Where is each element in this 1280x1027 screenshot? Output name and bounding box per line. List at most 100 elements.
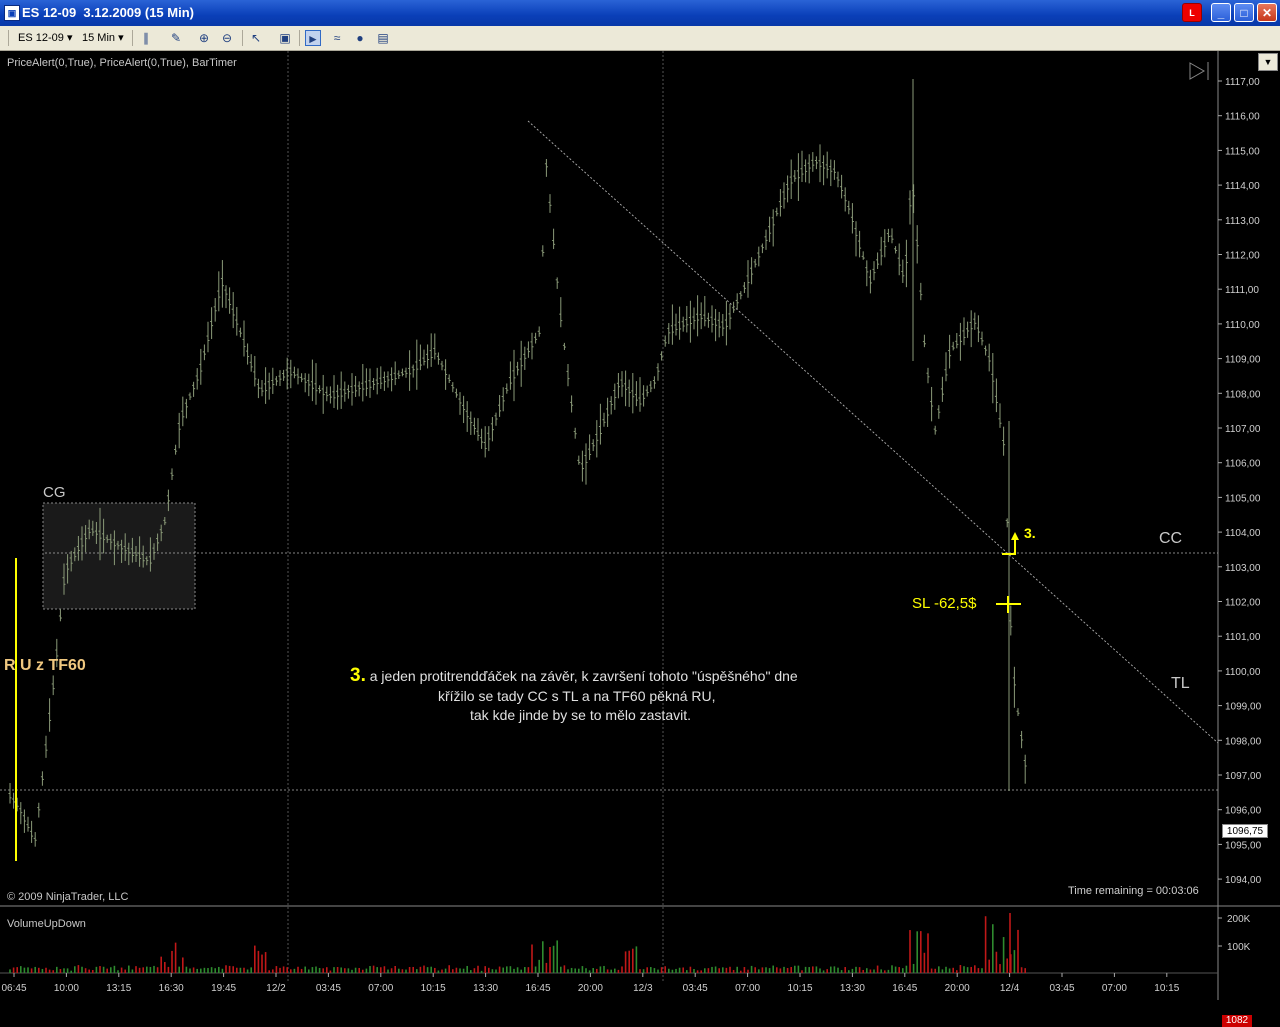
tl-label: TL xyxy=(1171,675,1190,692)
indicators-label: PriceAlert(0,True), PriceAlert(0,True), … xyxy=(7,57,237,69)
price-chart-svg[interactable]: 1117,00 1116,00 1115,00 1114,00 1113,00 1112,… xyxy=(0,51,1280,1000)
time-tick-label: 07:00 xyxy=(368,983,393,994)
chart-toolbar: ES 12-09 ▾ 15 Min ▾ ∥ ✎ ⊕ ⊖ ↖ ▣ ► ≈ ● ▤ xyxy=(0,26,1280,51)
zoom-in-icon[interactable]: ⊕ xyxy=(196,30,212,46)
ru-label: R U z TF60 xyxy=(4,657,86,674)
price-tick-label: 1104,00 xyxy=(1225,528,1261,539)
maximize-button[interactable]: □ xyxy=(1234,3,1254,22)
chevron-down-icon: ▾ xyxy=(118,32,124,44)
scroll-end-icon xyxy=(1189,62,1206,80)
note-number: 3. xyxy=(350,665,366,686)
stop-loss-label: SL -62,5$ xyxy=(912,595,977,612)
time-tick-label: 03:45 xyxy=(1049,983,1074,994)
price-tick-label: 1096,00 xyxy=(1225,806,1262,817)
price-tick-label: 1099,00 xyxy=(1225,702,1262,713)
price-tick-label: 1111,00 xyxy=(1225,285,1259,296)
price-tick-label: 1101,00 xyxy=(1225,632,1261,643)
disabled-icon[interactable]: ● xyxy=(352,30,368,46)
indicator-icon[interactable]: ≈ xyxy=(329,30,345,46)
time-remaining-label: Time remaining = 00:03:06 xyxy=(1068,885,1199,897)
time-tick-label: 16:30 xyxy=(159,983,184,994)
trade-marker-label: 3. xyxy=(1024,525,1036,541)
price-tick-label: 1103,00 xyxy=(1225,563,1261,574)
price-tick-label: 1110,00 xyxy=(1225,320,1260,331)
time-tick-label: 10:15 xyxy=(787,983,812,994)
note-line-3: tak kde jinde by se to mělo zastavit. xyxy=(470,707,691,723)
price-tick-label: 1106,00 xyxy=(1225,459,1261,470)
time-tick-label: 13:15 xyxy=(106,983,131,994)
alert-icon[interactable]: L xyxy=(1182,3,1202,22)
price-tick-label: 1100,00 xyxy=(1225,667,1261,678)
price-tick-label: 1113,00 xyxy=(1225,216,1260,227)
bar-type-icon[interactable]: ∥ xyxy=(138,30,154,46)
time-tick-label: 20:00 xyxy=(945,983,970,994)
volume-tick-label: 200K xyxy=(1227,914,1251,925)
data-box-icon[interactable]: ▤ xyxy=(375,30,391,46)
toolbar-separator xyxy=(299,30,300,46)
toolbar-separator xyxy=(242,30,243,46)
price-tick-label: 1102,00 xyxy=(1225,598,1261,609)
toolbar-separator xyxy=(132,30,133,46)
time-tick-label: 06:45 xyxy=(1,983,26,994)
volume-panel-label: VolumeUpDown xyxy=(7,918,86,930)
toolbar-grip xyxy=(8,30,9,46)
time-tick-label: 16:45 xyxy=(892,983,917,994)
time-tick-label: 12/2 xyxy=(266,983,286,994)
window-title: ES 12-09 3.12.2009 (15 Min) xyxy=(22,5,194,20)
instrument-dropdown[interactable]: ES 12-09 ▾ xyxy=(18,30,72,46)
panel-menu-button[interactable]: ▼ xyxy=(1258,53,1278,71)
price-tick-label: 1112,00 xyxy=(1225,251,1260,262)
app-icon: ▣ xyxy=(4,5,20,21)
price-tick-label: 1116,00 xyxy=(1225,112,1260,123)
strategy-icon[interactable]: ► xyxy=(305,30,321,46)
interval-label: 15 Min xyxy=(82,32,116,44)
title-bar: ▣ ES 12-09 3.12.2009 (15 Min) L _ □ ✕ xyxy=(0,0,1280,26)
volume-tick-label: 100K xyxy=(1227,942,1251,953)
trend-line xyxy=(527,120,1219,744)
cc-label: CC xyxy=(1159,530,1183,547)
price-tick-label: 1108,00 xyxy=(1225,389,1261,400)
price-tick-label: 1098,00 xyxy=(1225,736,1262,747)
instrument-label: ES 12-09 xyxy=(18,32,64,44)
price-tick-label: 1114,00 xyxy=(1225,181,1260,192)
price-tick-label: 1094,00 xyxy=(1225,875,1262,886)
note-line-1: 3. a jeden protitrendďáček na závěr, k z… xyxy=(350,665,798,687)
note-line-2: křížilo se tady CC s TL a na TF60 pěkná … xyxy=(438,688,716,704)
price-tick-label: 1115,00 xyxy=(1225,146,1260,157)
cursor-icon[interactable]: ↖ xyxy=(248,30,264,46)
time-tick-label: 07:00 xyxy=(1102,983,1127,994)
time-tick-label: 12/3 xyxy=(633,983,653,994)
price-tick-label: 1105,00 xyxy=(1225,493,1261,504)
minimize-button[interactable]: _ xyxy=(1211,3,1231,22)
time-tick-label: 03:45 xyxy=(316,983,341,994)
price-tick-label: 1117,00 xyxy=(1225,77,1260,88)
current-volume-tag: 1082 xyxy=(1222,1015,1252,1027)
time-tick-label: 03:45 xyxy=(683,983,708,994)
time-tick-label: 10:15 xyxy=(1154,983,1179,994)
drawing-tool-icon[interactable]: ✎ xyxy=(168,30,184,46)
copyright-label: © 2009 NinjaTrader, LLC xyxy=(7,891,129,903)
price-tick-label: 1097,00 xyxy=(1225,771,1262,782)
chart-area[interactable]: 1117,00 1116,00 1115,00 1114,00 1113,00 1112,… xyxy=(0,51,1280,1027)
time-tick-label: 10:00 xyxy=(54,983,79,994)
properties-icon[interactable]: ▣ xyxy=(277,30,293,46)
close-button[interactable]: ✕ xyxy=(1257,3,1277,22)
price-tick-label: 1095,00 xyxy=(1225,840,1262,851)
time-tick-label: 20:00 xyxy=(578,983,603,994)
time-tick-label: 13:30 xyxy=(840,983,865,994)
time-tick-label: 13:30 xyxy=(473,983,498,994)
cg-zone xyxy=(42,502,196,610)
note-text: a jeden protitrendďáček na závěr, k zavr… xyxy=(365,668,798,684)
interval-dropdown[interactable]: 15 Min ▾ xyxy=(82,30,124,46)
current-price-tag: 1096,75 xyxy=(1222,824,1268,838)
time-tick-label: 16:45 xyxy=(525,983,550,994)
time-tick-label: 19:45 xyxy=(211,983,236,994)
price-tick-label: 1109,00 xyxy=(1225,355,1261,366)
time-tick-label: 10:15 xyxy=(421,983,446,994)
cg-label: CG xyxy=(43,484,66,501)
zoom-out-icon[interactable]: ⊖ xyxy=(219,30,235,46)
chevron-down-icon: ▾ xyxy=(66,32,73,44)
time-tick-label: 07:00 xyxy=(735,983,760,994)
entry-arrow-head xyxy=(1011,532,1019,540)
time-tick-label: 12/4 xyxy=(1000,983,1020,994)
